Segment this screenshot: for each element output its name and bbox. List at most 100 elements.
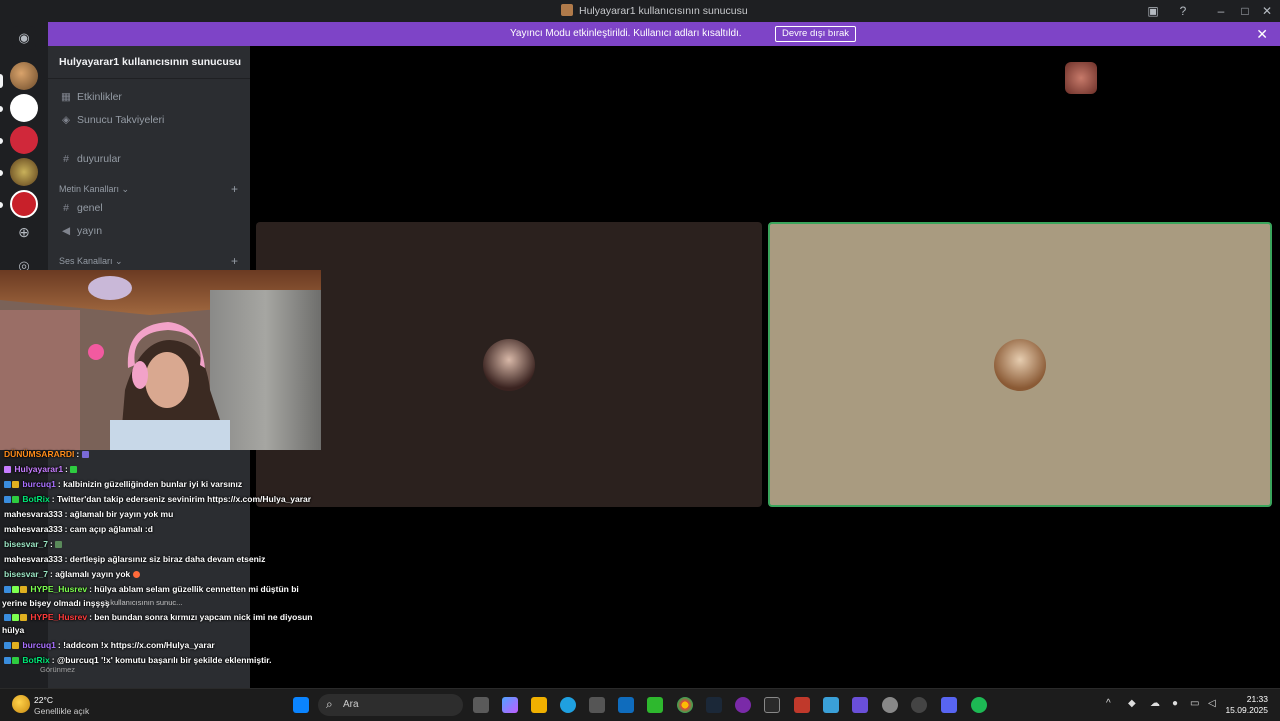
participant-tile-1[interactable] <box>256 222 762 507</box>
chat-text: : <box>65 464 68 474</box>
taskbar-search[interactable]: ⌕ Ara <box>318 694 463 716</box>
clock-date[interactable]: 15.09.2025 <box>1212 705 1268 715</box>
server-header[interactable]: Hulyayarar1 kullanıcısının sunucusu ⌄ <box>48 46 250 79</box>
badge-icon <box>4 481 11 489</box>
hash-icon: # <box>63 202 69 214</box>
discord-taskbar-icon[interactable] <box>941 697 957 713</box>
start-menu-icon[interactable] <box>293 697 309 713</box>
badge-icon <box>4 466 11 474</box>
badge-icon <box>12 586 19 594</box>
epic-games-icon[interactable] <box>764 697 780 713</box>
weather-icon[interactable] <box>12 695 30 713</box>
chat-message: BotRix: @burcuq1 '!x' komutu başarılı bi… <box>4 655 271 665</box>
chat-message: burcuq1: kalbinizin güzelliğinden bunlar… <box>4 479 242 489</box>
xbox-icon[interactable] <box>647 697 663 713</box>
chat-text: : ağlamalı bir yayın yok mu <box>64 509 174 519</box>
close-banner-icon[interactable]: ✕ <box>1256 26 1268 43</box>
window-titlebar: Hulyayarar1 kullanıcısının sunucusu ▣ ? … <box>0 0 1280 22</box>
chat-message: burcuq1: !addcom !x https://x.com/Hulya_… <box>4 640 215 650</box>
app-icon[interactable] <box>823 697 839 713</box>
chat-text: hülya <box>2 625 25 635</box>
app-icon[interactable] <box>735 697 751 713</box>
outlook-icon[interactable] <box>618 697 634 713</box>
chat-username: mahesvara333 <box>4 509 63 519</box>
server-avatar-5[interactable] <box>10 190 38 218</box>
badge-icon <box>12 496 19 504</box>
app-icon[interactable] <box>911 697 927 713</box>
chat-username: BotRix <box>22 494 50 504</box>
badge-icon <box>4 496 11 504</box>
megaphone-icon: ◀ <box>61 225 71 237</box>
avatar <box>994 338 1046 391</box>
app-icon[interactable] <box>794 697 810 713</box>
chat-text: : kalbinizin güzelliğinden bunlar iyi ki… <box>57 479 243 489</box>
discord-home-icon[interactable]: ◉ <box>12 26 36 50</box>
add-server-icon[interactable]: ⊕ <box>16 224 32 240</box>
app-icon[interactable] <box>882 697 898 713</box>
hash-icon: # <box>63 153 69 165</box>
sidebar-item-events[interactable]: ▦ Etkinlikler <box>59 91 122 109</box>
category-text-channels[interactable]: Metin Kanalları ⌄ <box>59 184 129 195</box>
chat-username: DÜNÜMSARARDI <box>4 449 75 459</box>
category-voice-channels[interactable]: Ses Kanalları ⌄ <box>59 256 123 267</box>
task-view-icon[interactable] <box>473 697 489 713</box>
weather-desc[interactable]: Genellikle açık <box>34 706 89 716</box>
add-voice-channel-icon[interactable]: + <box>231 254 238 268</box>
steam-icon[interactable] <box>706 697 722 713</box>
emoji-icon <box>132 571 140 579</box>
channel-duyurular[interactable]: # duyurular <box>59 153 121 171</box>
weather-temp[interactable]: 22°C <box>34 695 53 705</box>
chat-message-continuation: hülya <box>2 625 24 635</box>
channel-yayin[interactable]: ◀ yayın <box>59 225 102 243</box>
emote-icon <box>70 466 78 474</box>
server-avatar-4[interactable] <box>10 158 38 186</box>
server-avatar-2[interactable] <box>10 94 38 122</box>
app-icon[interactable] <box>852 697 868 713</box>
chevron-down-icon: ⌄ <box>121 184 130 194</box>
chat-message-continuation: yerine bişey olmadı inşşşş <box>2 598 110 608</box>
chat-username: Hulyayarar1 <box>14 464 64 474</box>
server-avatar-3[interactable] <box>10 126 38 154</box>
chat-username: mahesvara333 <box>4 554 63 564</box>
chat-text: : dertleşip ağlarsınız siz biraz daha de… <box>64 554 266 564</box>
calendar-icon: ▦ <box>61 91 71 103</box>
badge-icon <box>12 614 19 622</box>
chat-text: : @burcuq1 '!x' komutu başarılı bir şeki… <box>51 655 272 665</box>
window-title: Hulyayarar1 kullanıcısının sunucusu <box>579 5 748 17</box>
minimize-icon[interactable]: – <box>1213 3 1229 19</box>
clock-time[interactable]: 21:33 <box>1228 694 1268 704</box>
chat-text: : ben bundan sonra kırmızı yapcam nick i… <box>89 612 313 622</box>
chat-message: DÜNÜMSARARDI: <box>4 449 90 459</box>
chrome-icon[interactable] <box>677 697 693 713</box>
edge-icon[interactable] <box>560 697 576 713</box>
channel-genel[interactable]: # genel <box>59 202 103 220</box>
webcam-overlay <box>0 270 321 450</box>
copilot-icon[interactable] <box>502 697 518 713</box>
badge-icon <box>12 481 19 489</box>
tray-app-icon[interactable]: ◆ <box>1128 698 1136 709</box>
chat-message: bisesvar_7: <box>4 539 63 549</box>
add-text-channel-icon[interactable]: + <box>231 182 238 196</box>
file-explorer-icon[interactable] <box>531 697 547 713</box>
chat-message: mahesvara333: cam açıp ağlamalı :d <box>4 524 153 534</box>
chevron-up-icon[interactable]: ^ <box>1106 698 1111 709</box>
disable-streamer-mode-button[interactable]: Devre dışı bırak <box>775 26 857 42</box>
store-icon[interactable] <box>589 697 605 713</box>
cloud-icon[interactable]: ☁ <box>1150 698 1160 709</box>
spotify-icon[interactable] <box>971 697 987 713</box>
network-icon[interactable]: ▭ <box>1190 698 1199 709</box>
search-icon: ⌕ <box>326 697 333 711</box>
inbox-icon[interactable]: ▣ <box>1145 3 1161 19</box>
chevron-down-icon: ⌄ <box>228 55 238 67</box>
sidebar-item-boosts[interactable]: ◈ Sunucu Takviyeleri <box>59 114 164 132</box>
search-placeholder: Ara <box>343 699 359 710</box>
boost-icon: ◈ <box>61 114 71 126</box>
close-window-icon[interactable]: ✕ <box>1259 3 1275 19</box>
maximize-icon[interactable]: □ <box>1237 3 1253 19</box>
microphone-icon[interactable]: ● <box>1172 698 1178 709</box>
badge-icon <box>20 614 27 622</box>
participant-tile-2-speaking[interactable] <box>768 222 1272 507</box>
help-icon[interactable]: ? <box>1175 3 1191 19</box>
server-avatar-current[interactable] <box>10 62 38 90</box>
participant-mini-avatar[interactable] <box>1065 62 1097 94</box>
